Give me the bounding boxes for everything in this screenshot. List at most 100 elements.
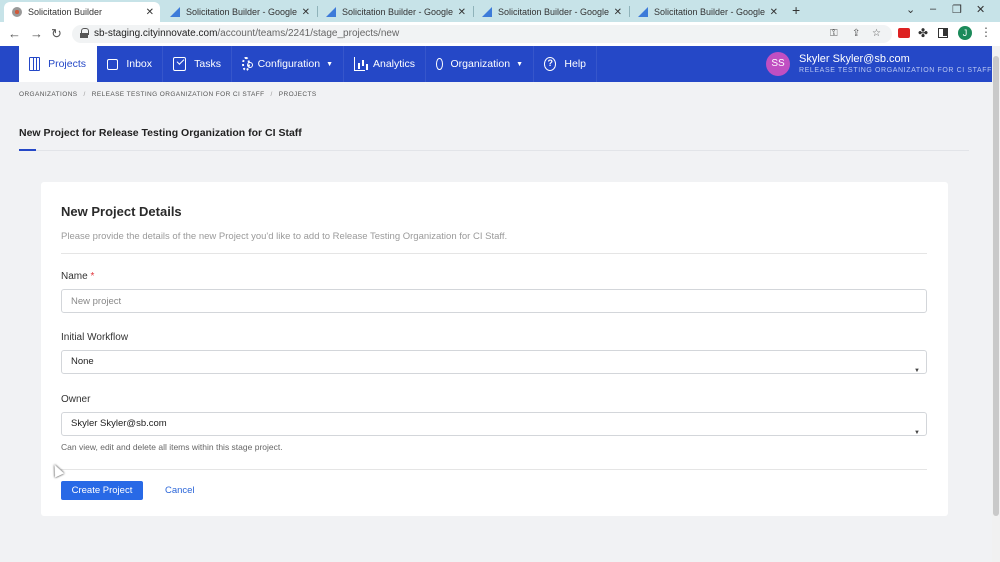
lock-icon xyxy=(80,28,89,38)
user-name[interactable]: Skyler Skyler@sb.com xyxy=(799,53,910,65)
browser-tab[interactable]: Solicitation Builder - Google Chr ✕ xyxy=(630,2,784,22)
google-chat-icon xyxy=(326,7,336,17)
nav-item-projects[interactable]: Projects xyxy=(19,46,97,82)
organization-icon xyxy=(436,58,443,70)
tab-title: Solicitation Builder xyxy=(28,7,103,17)
browser-toolbar: ← → ↻ sb-staging.cityinnovate.com/accoun… xyxy=(0,22,1000,46)
new-project-form: New Project Details Please provide the d… xyxy=(41,182,948,516)
nav-item-tasks[interactable]: Tasks xyxy=(163,46,232,82)
star-icon[interactable]: ☆ xyxy=(872,28,881,39)
name-label-text: Name xyxy=(61,271,88,282)
browser-tab[interactable]: Solicitation Builder - Google Chr ✕ xyxy=(474,2,628,22)
google-chat-icon xyxy=(638,7,648,17)
breadcrumb-separator: / xyxy=(83,91,86,98)
close-window-icon[interactable]: ✕ xyxy=(976,3,985,16)
close-tab-icon[interactable]: ✕ xyxy=(458,7,466,18)
required-mark: * xyxy=(90,271,95,282)
close-tab-icon[interactable]: ✕ xyxy=(770,7,778,18)
nav-label: Help xyxy=(564,58,586,70)
nav-item-inbox[interactable]: Inbox xyxy=(97,46,163,82)
browser-tab[interactable]: Solicitation Builder - Google Chr ✕ xyxy=(318,2,472,22)
breadcrumb-separator: / xyxy=(270,91,273,98)
tasks-icon xyxy=(173,57,187,71)
nav-item-analytics[interactable]: Analytics xyxy=(344,46,426,82)
owner-help-text: Can view, edit and delete all items with… xyxy=(61,442,283,452)
url-text: sb-staging.cityinnovate.com/account/team… xyxy=(94,28,399,39)
user-avatar[interactable]: SS xyxy=(766,52,790,76)
back-icon[interactable]: ← xyxy=(8,26,21,41)
gear-icon xyxy=(242,57,253,71)
extension-icon[interactable] xyxy=(898,28,910,38)
divider xyxy=(61,253,927,254)
browser-tab-strip: Solicitation Builder ✕ Solicitation Buil… xyxy=(0,0,1000,22)
nav-item-configuration[interactable]: Configuration ▼ xyxy=(232,46,344,82)
page-title: New Project for Release Testing Organiza… xyxy=(19,127,302,139)
tab-title: Solicitation Builder - Google Chr xyxy=(342,7,454,17)
share-icon[interactable]: ⇪ xyxy=(852,28,860,39)
owner-label: Owner xyxy=(61,394,91,405)
google-chat-icon xyxy=(170,7,180,17)
restore-icon[interactable]: ❐ xyxy=(952,3,962,16)
browser-tab-active[interactable]: Solicitation Builder ✕ xyxy=(4,2,160,22)
nav-label: Inbox xyxy=(126,58,152,70)
profile-avatar[interactable]: J xyxy=(958,26,972,40)
nav-label: Analytics xyxy=(372,58,415,70)
inbox-icon xyxy=(107,58,119,70)
page-scrollbar[interactable] xyxy=(992,46,1000,562)
form-title: New Project Details xyxy=(61,204,182,219)
divider xyxy=(61,469,927,470)
url-host: sb-staging.cityinnovate.com xyxy=(94,28,218,39)
tab-title: Solicitation Builder - Google Chr xyxy=(498,7,610,17)
minimize-icon[interactable]: – xyxy=(930,3,936,15)
close-tab-icon[interactable]: ✕ xyxy=(614,7,622,18)
title-accent xyxy=(19,149,36,151)
workflow-label: Initial Workflow xyxy=(61,332,129,343)
workflow-selected-value: None xyxy=(71,356,94,367)
create-project-button[interactable]: Create Project xyxy=(61,481,143,500)
app-navbar: Projects Inbox Tasks Configuration ▼ Ana… xyxy=(0,46,1000,82)
tab-title: Solicitation Builder - Google Chr xyxy=(186,7,298,17)
project-name-input[interactable] xyxy=(61,289,927,313)
chevron-down-icon[interactable]: ⌄ xyxy=(906,3,915,16)
close-tab-icon[interactable]: ✕ xyxy=(302,7,310,18)
google-chat-icon xyxy=(482,7,492,17)
reload-icon[interactable]: ↻ xyxy=(51,26,62,42)
new-tab-icon[interactable]: + xyxy=(792,2,800,18)
owner-selected-value: Skyler Skyler@sb.com xyxy=(71,418,167,429)
scrollbar-thumb[interactable] xyxy=(993,56,999,516)
extensions-puzzle-icon[interactable]: ✤ xyxy=(918,26,928,40)
key-icon[interactable]: ⚿ xyxy=(830,28,838,39)
projects-icon xyxy=(29,57,41,71)
breadcrumb-organization[interactable]: RELEASE TESTING ORGANIZATION FOR CI STAF… xyxy=(92,91,265,98)
solicitation-builder-icon xyxy=(12,7,22,17)
divider xyxy=(19,150,969,151)
side-panel-icon[interactable] xyxy=(938,28,948,38)
nav-item-help[interactable]: ? Help xyxy=(534,46,597,82)
form-description: Please provide the details of the new Pr… xyxy=(61,231,508,242)
initial-workflow-select[interactable]: None ▼ xyxy=(61,350,927,374)
chart-icon xyxy=(354,57,365,71)
nav-label: Tasks xyxy=(194,58,221,70)
chevron-down-icon: ▼ xyxy=(914,430,920,436)
cancel-button[interactable]: Cancel xyxy=(165,485,195,496)
breadcrumb: ORGANIZATIONS / RELEASE TESTING ORGANIZA… xyxy=(19,91,317,98)
close-tab-icon[interactable]: ✕ xyxy=(146,7,154,18)
url-path: /account/teams/2241/stage_projects/new xyxy=(217,28,400,39)
nav-label: Projects xyxy=(48,58,86,70)
user-organization: RELEASE TESTING ORGANIZATION FOR CI STAF… xyxy=(799,67,993,74)
chevron-down-icon: ▼ xyxy=(326,60,333,68)
name-label: Name * xyxy=(61,271,94,282)
chevron-down-icon: ▼ xyxy=(914,368,920,374)
nav-item-organization[interactable]: Organization ▼ xyxy=(426,46,534,82)
tab-title: Solicitation Builder - Google Chr xyxy=(654,7,766,17)
forward-icon[interactable]: → xyxy=(30,26,43,41)
address-bar[interactable]: sb-staging.cityinnovate.com/account/team… xyxy=(72,25,892,43)
breadcrumb-organizations[interactable]: ORGANIZATIONS xyxy=(19,91,78,98)
browser-tab[interactable]: Solicitation Builder - Google Chr ✕ xyxy=(162,2,316,22)
nav-label: Configuration xyxy=(257,58,321,70)
breadcrumb-projects[interactable]: PROJECTS xyxy=(279,91,317,98)
chevron-down-icon: ▼ xyxy=(516,60,523,68)
more-options-icon[interactable]: ⋮ xyxy=(980,25,992,39)
nav-label: Organization xyxy=(450,58,511,70)
owner-select[interactable]: Skyler Skyler@sb.com ▼ xyxy=(61,412,927,436)
